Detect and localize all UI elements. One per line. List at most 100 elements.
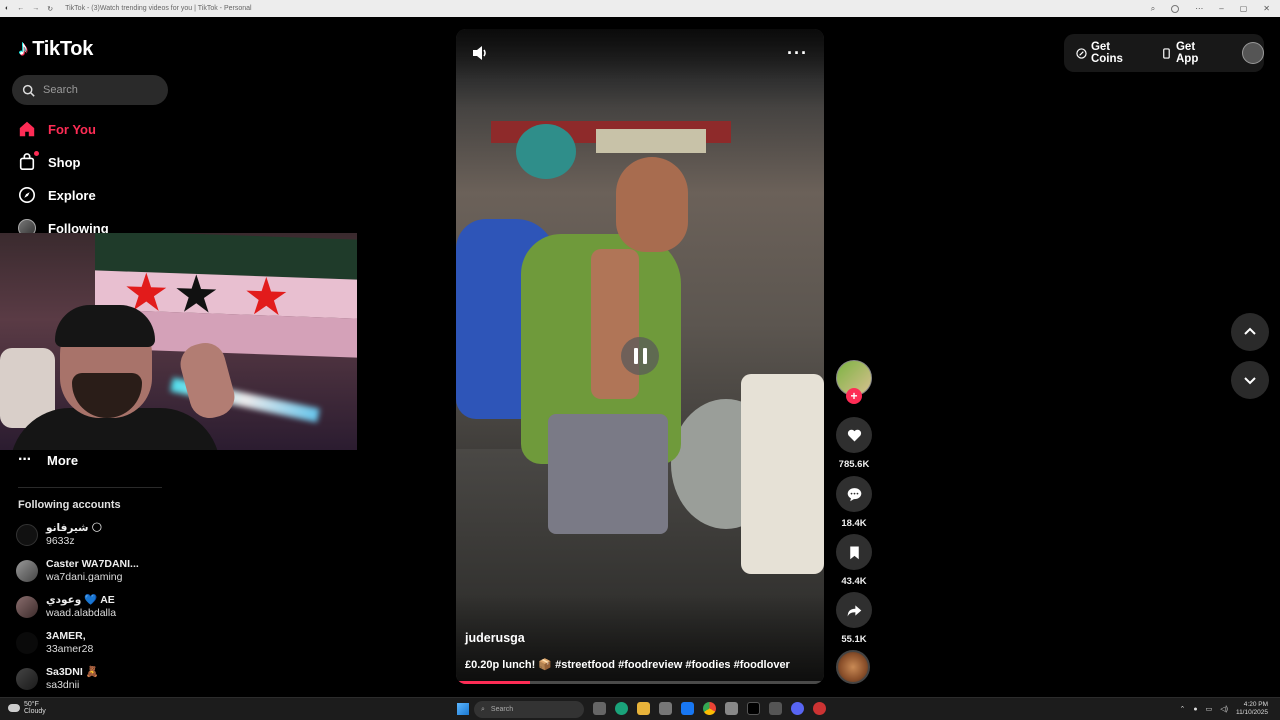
nav-shop[interactable]: Shop: [18, 151, 81, 171]
windows-start-icon[interactable]: [457, 703, 469, 715]
close-button[interactable]: ✕: [1263, 4, 1270, 13]
get-coins-label: Get Coins: [1090, 41, 1123, 65]
account-handle: 33amer28: [46, 643, 94, 655]
display-icon[interactable]: ▭: [1206, 705, 1213, 713]
weather-desc: Cloudy: [24, 708, 46, 715]
browser-menu-icon[interactable]: ⋯: [1195, 4, 1203, 13]
avatar: [16, 632, 38, 654]
account-display-name: وعودي 💙 AE: [46, 594, 115, 606]
task-view-icon[interactable]: [593, 702, 606, 715]
maximize-button[interactable]: ▢: [1240, 4, 1248, 13]
video-caption: £0.20p lunch! 📦 #streetfood #foodreview …: [465, 658, 790, 671]
app-icon[interactable]: [769, 702, 782, 715]
system-tray: ⌃ ● ▭ ◁) 4:20 PM 11/10/2025: [1179, 701, 1268, 717]
heart-icon: [847, 429, 861, 441]
video-progress-bar[interactable]: [456, 681, 824, 684]
account-display-name: Sa3DNI 🧸: [46, 666, 99, 678]
phone-icon: [1163, 47, 1170, 59]
logo-text: TikTok: [32, 37, 94, 60]
caption-hashtags[interactable]: #streetfood #foodreview #foodies #foodlo…: [555, 659, 790, 671]
save-action[interactable]: 43.4K: [836, 534, 872, 587]
nav-explore[interactable]: Explore: [18, 186, 96, 204]
volume-icon[interactable]: [470, 43, 490, 63]
share-icon: [847, 604, 861, 616]
comment-icon: [847, 487, 861, 501]
webcam-overlay: ★ ★ ★: [0, 233, 357, 450]
zoom-icon[interactable]: ⌕: [1151, 4, 1155, 14]
tiktok-note-icon: ♪: [18, 37, 29, 60]
discord-icon[interactable]: [791, 702, 804, 715]
avatar: [16, 524, 38, 546]
account-handle: wa7dani.gaming: [46, 571, 123, 583]
app-icon[interactable]: [725, 702, 738, 715]
more-button[interactable]: ··· More: [18, 451, 78, 469]
edge-icon[interactable]: [615, 702, 628, 715]
browser-logo-icon: ◐: [5, 5, 10, 12]
app-icon[interactable]: [813, 702, 826, 715]
nav-label: Shop: [48, 154, 81, 170]
comment-count: 18.4K: [841, 518, 867, 529]
minimize-button[interactable]: –: [1219, 4, 1223, 13]
explorer-icon[interactable]: [637, 702, 650, 715]
search-input[interactable]: Search: [12, 75, 168, 105]
volume-icon[interactable]: ◁): [1220, 705, 1228, 713]
facebook-icon[interactable]: [681, 702, 694, 715]
store-icon[interactable]: [659, 702, 672, 715]
weather-temp: 50°F: [24, 701, 39, 708]
video-progress-fill: [456, 681, 530, 684]
previous-video-button[interactable]: [1231, 313, 1269, 351]
video-person: [616, 157, 688, 252]
browser-profile-icon[interactable]: [1171, 4, 1180, 13]
following-account-item[interactable]: Sa3DNI 🧸 sa3dnii: [16, 666, 99, 692]
coin-icon: [1076, 47, 1087, 59]
compass-icon: [18, 186, 36, 204]
video-player[interactable]: ··· juderusga £0.20p lunch! 📦 #streetfoo…: [456, 29, 824, 684]
video-bg-sign: [596, 129, 706, 153]
header-actions: Get Coins Get App: [1064, 34, 1264, 72]
avatar: [16, 560, 38, 582]
account-display-name: شيرفانو 🌕: [46, 522, 103, 534]
account-handle: waad.alabdalla: [46, 607, 117, 619]
tiktok-logo[interactable]: ♪ TikTok: [18, 37, 93, 61]
reload-icon[interactable]: ↻: [47, 5, 53, 13]
following-account-item[interactable]: Caster WA7DANI... wa7dani.gaming: [16, 558, 139, 584]
clock[interactable]: 4:20 PM 11/10/2025: [1236, 701, 1268, 717]
more-options-icon[interactable]: ···: [787, 43, 808, 64]
tiktok-app-icon[interactable]: [747, 702, 760, 715]
share-count: 55.1K: [841, 634, 867, 645]
profile-avatar[interactable]: [1242, 42, 1264, 64]
account-handle: 9633z: [46, 535, 75, 547]
tray-chevron-icon[interactable]: ⌃: [1179, 705, 1185, 713]
like-action[interactable]: 785.6K: [836, 417, 872, 470]
caption-text: £0.20p lunch! 📦: [465, 659, 553, 671]
pause-button[interactable]: [621, 337, 659, 375]
following-account-item[interactable]: شيرفانو 🌕 9633z: [16, 522, 102, 548]
weather-widget[interactable]: 50°F Cloudy: [8, 701, 46, 715]
following-account-item[interactable]: وعودي 💙 AE waad.alabdalla: [16, 594, 116, 620]
video-author[interactable]: juderusga: [465, 631, 525, 645]
bookmark-icon: [849, 546, 859, 559]
streamer-cap: [55, 305, 155, 347]
save-count: 43.4K: [841, 576, 867, 587]
share-action[interactable]: 55.1K: [836, 592, 872, 645]
nav-label: Explore: [48, 187, 96, 203]
comment-action[interactable]: 18.4K: [836, 476, 872, 529]
get-app-button[interactable]: Get App: [1161, 41, 1220, 65]
chrome-icon[interactable]: [703, 702, 716, 715]
following-account-item[interactable]: 3AMER, 33amer28: [16, 630, 93, 656]
window-title: TikTok - (3)Watch trending videos for yo…: [65, 5, 252, 12]
taskbar-search[interactable]: ⌕ Search: [474, 701, 584, 718]
back-icon[interactable]: ←: [17, 5, 24, 12]
music-disc-icon[interactable]: [836, 650, 870, 684]
search-icon: ⌕: [481, 705, 485, 713]
follow-plus-icon[interactable]: +: [846, 388, 862, 404]
nav-for-you[interactable]: For You: [18, 120, 96, 138]
next-video-button[interactable]: [1231, 361, 1269, 399]
mic-icon[interactable]: ●: [1193, 706, 1197, 713]
clock-time: 4:20 PM: [1243, 701, 1268, 708]
nav-label: For You: [48, 121, 96, 137]
get-coins-button[interactable]: Get Coins: [1076, 41, 1145, 65]
forward-icon[interactable]: →: [32, 5, 39, 12]
home-icon: [19, 121, 35, 137]
shopping-bag-icon: [19, 153, 35, 171]
